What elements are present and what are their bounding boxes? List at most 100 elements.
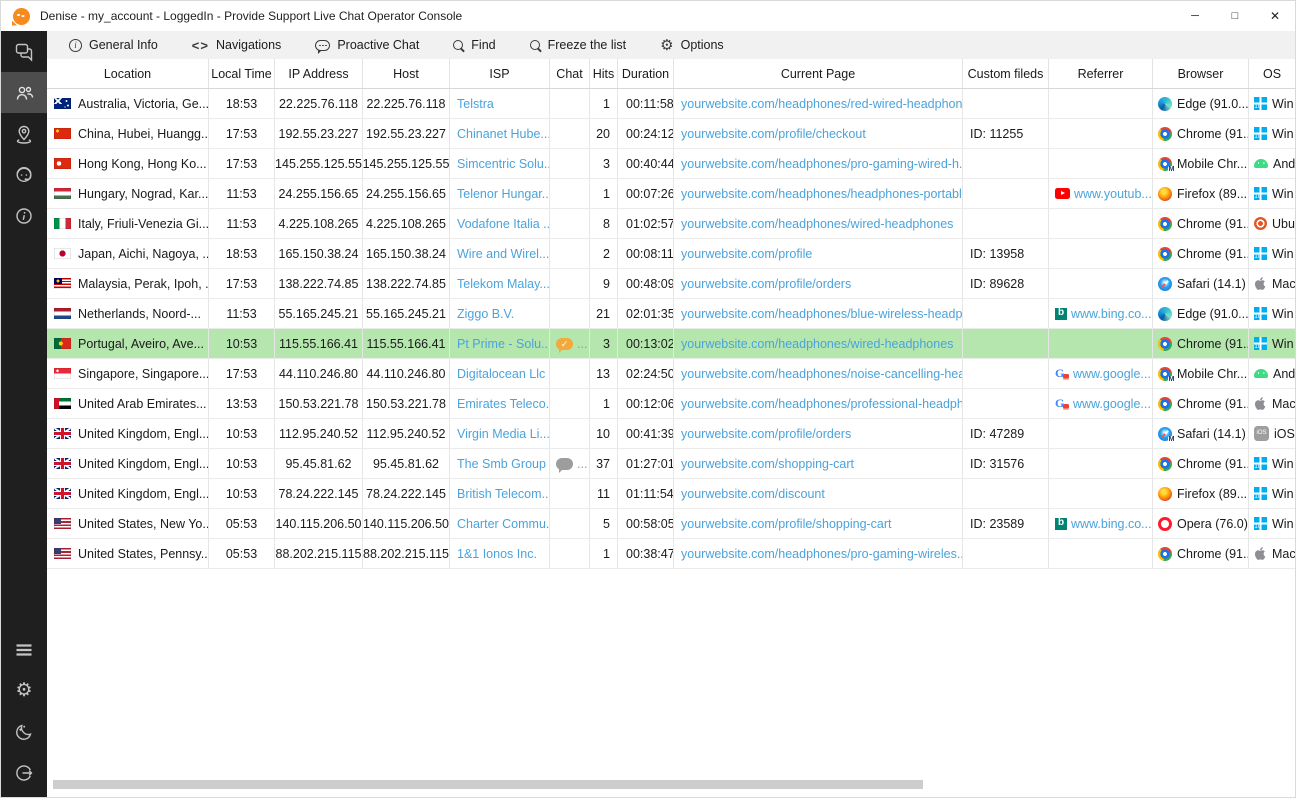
current-page-link[interactable]: yourwebsite.com/profile/shopping-cart	[681, 517, 892, 531]
visitor-row[interactable]: United Kingdom, Engl...10:5395.45.81.629…	[47, 449, 1295, 479]
current-page-link[interactable]: yourwebsite.com/headphones/pro-gaming-wi…	[681, 547, 963, 561]
column-header-ip[interactable]: IP Address	[275, 59, 363, 88]
sidebar-item-visitors[interactable]	[1, 72, 47, 113]
cell-chat	[550, 239, 590, 268]
isp-link[interactable]: Telenor Hungar...	[457, 187, 550, 201]
cell-isp: Telstra	[450, 89, 550, 118]
column-header-hits[interactable]: Hits	[590, 59, 618, 88]
sidebar-item-chats[interactable]	[1, 31, 47, 72]
sidebar-item-settings[interactable]: ⚙	[1, 670, 47, 711]
visitor-row[interactable]: Hong Kong, Hong Ko...17:53145.255.125.55…	[47, 149, 1295, 179]
horizontal-scrollbar[interactable]	[47, 779, 1295, 790]
cell-location: United Kingdom, Engl...	[47, 449, 209, 478]
toolbar-find-button[interactable]: Find	[453, 38, 495, 52]
toolbar-options-button[interactable]: ⚙ Options	[660, 38, 724, 53]
visitor-row[interactable]: Australia, Victoria, Ge...18:5322.225.76…	[47, 89, 1295, 119]
isp-link[interactable]: Chinanet Hube...	[457, 127, 550, 141]
window-controls: ─ □ ✕	[1175, 1, 1295, 31]
minimize-button[interactable]: ─	[1175, 1, 1215, 31]
column-header-host[interactable]: Host	[363, 59, 450, 88]
it-flag-icon	[54, 218, 71, 229]
isp-link[interactable]: Emirates Teleco...	[457, 397, 550, 411]
current-page-link[interactable]: yourwebsite.com/headphones/pro-gaming-wi…	[681, 157, 963, 171]
isp-link[interactable]: Vodafone Italia ...	[457, 217, 550, 231]
column-header-referrer[interactable]: Referrer	[1049, 59, 1153, 88]
visitor-row[interactable]: United Kingdom, Engl...10:5378.24.222.14…	[47, 479, 1295, 509]
column-header-browser[interactable]: Browser	[1153, 59, 1249, 88]
visitor-row[interactable]: Netherlands, Noord-...11:5355.165.245.21…	[47, 299, 1295, 329]
sidebar-item-theme[interactable]	[1, 711, 47, 752]
chrome-icon	[1158, 457, 1172, 471]
referrer-link[interactable]: www.bing.co...	[1071, 307, 1152, 321]
visitor-row[interactable]: China, Hubei, Huangg...17:53192.55.23.22…	[47, 119, 1295, 149]
column-header-custom[interactable]: Custom fileds	[963, 59, 1049, 88]
close-button[interactable]: ✕	[1255, 1, 1295, 31]
referrer-link[interactable]: www.youtub...	[1074, 187, 1152, 201]
visitor-row[interactable]: Italy, Friuli-Venezia Gi...11:534.225.10…	[47, 209, 1295, 239]
toolbar-navigations-button[interactable]: <> Navigations	[192, 38, 282, 53]
referrer-link[interactable]: www.bing.co...	[1071, 517, 1152, 531]
cell-page: yourwebsite.com/headphones/professional-…	[674, 389, 963, 418]
current-page-link[interactable]: yourwebsite.com/headphones/wired-headpho…	[681, 217, 953, 231]
column-header-isp[interactable]: ISP	[450, 59, 550, 88]
current-page-link[interactable]: yourwebsite.com/shopping-cart	[681, 457, 854, 471]
column-header-chat[interactable]: Chat	[550, 59, 590, 88]
toolbar-proactive-chat-button[interactable]: Proactive Chat	[315, 38, 419, 52]
current-page-link[interactable]: yourwebsite.com/profile	[681, 247, 812, 261]
referrer-link[interactable]: www.google...	[1073, 397, 1151, 411]
toolbar-freeze-list-button[interactable]: Freeze the list	[530, 38, 627, 52]
sidebar-item-operator[interactable]	[1, 154, 47, 195]
scrollbar-thumb[interactable]	[53, 780, 923, 789]
visitor-row[interactable]: United Kingdom, Engl...10:53112.95.240.5…	[47, 419, 1295, 449]
win10-icon	[1254, 307, 1267, 320]
isp-link[interactable]: Charter Commu...	[457, 517, 550, 531]
current-page-link[interactable]: yourwebsite.com/headphones/headphones-po…	[681, 187, 963, 201]
isp-link[interactable]: Ziggo B.V.	[457, 307, 514, 321]
isp-link[interactable]: Simcentric Solu...	[457, 157, 550, 171]
isp-link[interactable]: Telekom Malay...	[457, 277, 550, 291]
sidebar-item-info[interactable]	[1, 195, 47, 236]
referrer-link[interactable]: www.google...	[1073, 367, 1151, 381]
visitor-row[interactable]: Japan, Aichi, Nagoya, ...18:53165.150.38…	[47, 239, 1295, 269]
current-page-link[interactable]: yourwebsite.com/headphones/red-wired-hea…	[681, 97, 963, 111]
visitor-row[interactable]: Singapore, Singapore...17:5344.110.246.8…	[47, 359, 1295, 389]
isp-link[interactable]: British Telecom...	[457, 487, 550, 501]
sidebar-item-geolocation[interactable]	[1, 113, 47, 154]
isp-link[interactable]: Virgin Media Li...	[457, 427, 550, 441]
isp-link[interactable]: 1&1 Ionos Inc.	[457, 547, 537, 561]
isp-link[interactable]: Digitalocean Llc	[457, 367, 545, 381]
sidebar-item-menu[interactable]	[1, 629, 47, 670]
isp-link[interactable]: Telstra	[457, 97, 494, 111]
isp-link[interactable]: Wire and Wirel...	[457, 247, 549, 261]
visitor-row[interactable]: Hungary, Nograd, Kar...11:5324.255.156.6…	[47, 179, 1295, 209]
column-header-time[interactable]: Local Time	[209, 59, 275, 88]
visitor-row[interactable]: United States, New Yo...05:53140.115.206…	[47, 509, 1295, 539]
maximize-button[interactable]: □	[1215, 1, 1255, 31]
column-header-page[interactable]: Current Page	[674, 59, 963, 88]
current-page-link[interactable]: yourwebsite.com/headphones/wired-headpho…	[681, 337, 953, 351]
current-page-link[interactable]: yourwebsite.com/profile/orders	[681, 427, 851, 441]
visitor-row[interactable]: United States, Pennsy...05:5388.202.215.…	[47, 539, 1295, 569]
visitor-row[interactable]: United Arab Emirates...13:53150.53.221.7…	[47, 389, 1295, 419]
column-header-duration[interactable]: Duration	[618, 59, 674, 88]
current-page-link[interactable]: yourwebsite.com/profile/orders	[681, 277, 851, 291]
isp-link[interactable]: The Smb Group	[457, 457, 546, 471]
visitor-row[interactable]: Malaysia, Perak, Ipoh, ...17:53138.222.7…	[47, 269, 1295, 299]
column-header-location[interactable]: ˆLocation	[47, 59, 209, 88]
location-text: United States, Pennsy...	[78, 547, 209, 561]
current-page-link[interactable]: yourwebsite.com/profile/checkout	[681, 127, 866, 141]
cell-host: 140.115.206.50	[363, 509, 450, 538]
current-page-link[interactable]: yourwebsite.com/headphones/professional-…	[681, 397, 963, 411]
toolbar-general-info-button[interactable]: i General Info	[69, 38, 158, 52]
location-text: Japan, Aichi, Nagoya, ...	[78, 247, 209, 261]
au-flag-icon	[54, 98, 71, 109]
cell-time: 17:53	[209, 269, 275, 298]
current-page-link[interactable]: yourwebsite.com/headphones/blue-wireless…	[681, 307, 963, 321]
isp-link[interactable]: Pt Prime - Solu...	[457, 337, 550, 351]
sidebar-item-logout[interactable]	[1, 752, 47, 793]
visitor-row[interactable]: Portugal, Aveiro, Ave...10:53115.55.166.…	[47, 329, 1295, 359]
current-page-link[interactable]: yourwebsite.com/headphones/noise-cancell…	[681, 367, 963, 381]
current-page-link[interactable]: yourwebsite.com/discount	[681, 487, 825, 501]
column-header-os[interactable]: OS	[1249, 59, 1295, 88]
cell-duration: 00:40:44	[618, 149, 674, 178]
